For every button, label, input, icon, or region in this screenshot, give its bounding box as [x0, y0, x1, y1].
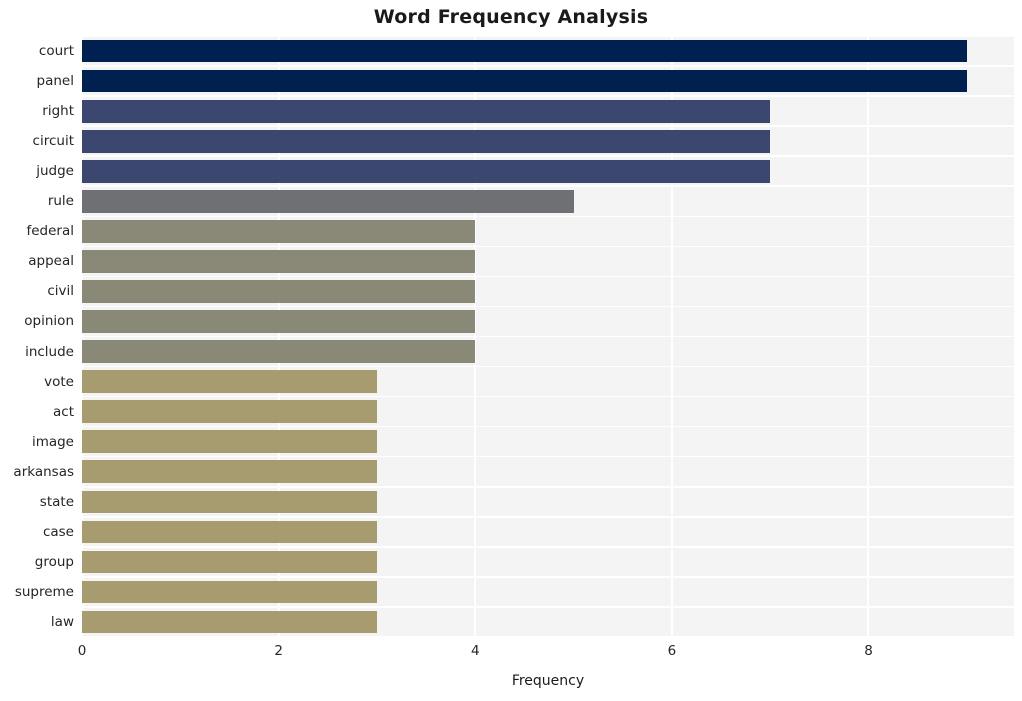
x-axis-label: Frequency	[511, 673, 585, 689]
y-axis-tick-label: federal	[26, 223, 74, 240]
bar-row	[82, 276, 1014, 306]
bar-row	[82, 186, 1014, 216]
y-axis-tick-label: right	[42, 103, 74, 120]
x-axis-tick-label: 6	[667, 643, 677, 659]
bar[interactable]	[82, 69, 967, 93]
bar-row	[82, 427, 1014, 457]
bar[interactable]	[82, 280, 476, 303]
bar-row	[82, 577, 1014, 607]
bar[interactable]	[82, 430, 377, 454]
bar-row	[82, 337, 1014, 367]
y-axis-tick-label: case	[42, 523, 74, 540]
y-axis-tick-label: appeal	[28, 253, 74, 270]
y-axis-tick-label: vote	[44, 373, 74, 390]
bar[interactable]	[82, 190, 574, 213]
bar[interactable]	[82, 129, 771, 153]
bar[interactable]	[82, 460, 377, 484]
bar[interactable]	[82, 250, 476, 273]
chart-title: Word Frequency Analysis	[373, 6, 649, 28]
bar-row	[82, 96, 1014, 126]
bar[interactable]	[82, 490, 377, 514]
bar-row	[82, 367, 1014, 397]
bar[interactable]	[82, 340, 476, 363]
word-frequency-chart-figure: Word Frequency Analysis court panel right c…	[0, 0, 1022, 701]
x-axis-tick-label: 0	[77, 643, 87, 659]
y-axis-tick-label: arkansas	[13, 463, 74, 480]
bar[interactable]	[82, 610, 377, 634]
bar-row	[82, 126, 1014, 156]
bar[interactable]	[82, 220, 476, 243]
x-axis-tick-labels: 0 2 4 6 8	[78, 643, 1014, 665]
bar-row	[82, 156, 1014, 186]
plot-area	[82, 36, 1014, 637]
y-axis-tick-label: civil	[47, 283, 74, 300]
y-axis-tick-label: act	[53, 403, 74, 420]
bar[interactable]	[82, 310, 476, 333]
x-axis-tick-label: 2	[274, 643, 283, 659]
x-axis-tick-label: 8	[864, 643, 873, 659]
y-axis-tick-label: circuit	[32, 133, 74, 150]
bar[interactable]	[82, 39, 967, 63]
y-axis-tick-label: rule	[47, 193, 74, 210]
bar-row	[82, 397, 1014, 427]
y-axis-tick-label: image	[31, 433, 74, 450]
y-axis-tick-label: include	[25, 343, 74, 360]
bar[interactable]	[82, 550, 377, 574]
y-axis-tick-label: law	[50, 613, 74, 630]
bar-row	[82, 487, 1014, 517]
x-axis-tick-label: 4	[470, 643, 480, 659]
bar[interactable]	[82, 370, 377, 393]
bar-row	[82, 547, 1014, 577]
bar[interactable]	[82, 400, 377, 424]
bar-row	[82, 306, 1014, 336]
bar-row	[82, 216, 1014, 246]
bar-row	[82, 36, 1014, 66]
bar-row	[82, 66, 1014, 96]
y-axis-tick-label: supreme	[14, 583, 74, 600]
bar-row	[82, 517, 1014, 547]
bar-row	[82, 457, 1014, 487]
bar[interactable]	[82, 99, 771, 123]
bar-row	[82, 246, 1014, 276]
y-axis-tick-label: judge	[36, 163, 74, 180]
y-axis-tick-label: panel	[36, 73, 74, 90]
y-axis-tick-label: state	[39, 493, 74, 510]
bar[interactable]	[82, 580, 377, 604]
y-axis-tick-label: group	[34, 553, 74, 570]
y-axis-tick-label: opinion	[24, 313, 74, 330]
y-axis-tick-label: court	[38, 43, 74, 60]
bar[interactable]	[82, 159, 771, 183]
bar[interactable]	[82, 520, 377, 544]
y-axis-tick-labels: court panel right circuit judge rule federal ap…	[0, 36, 74, 637]
bar-row	[82, 607, 1014, 637]
